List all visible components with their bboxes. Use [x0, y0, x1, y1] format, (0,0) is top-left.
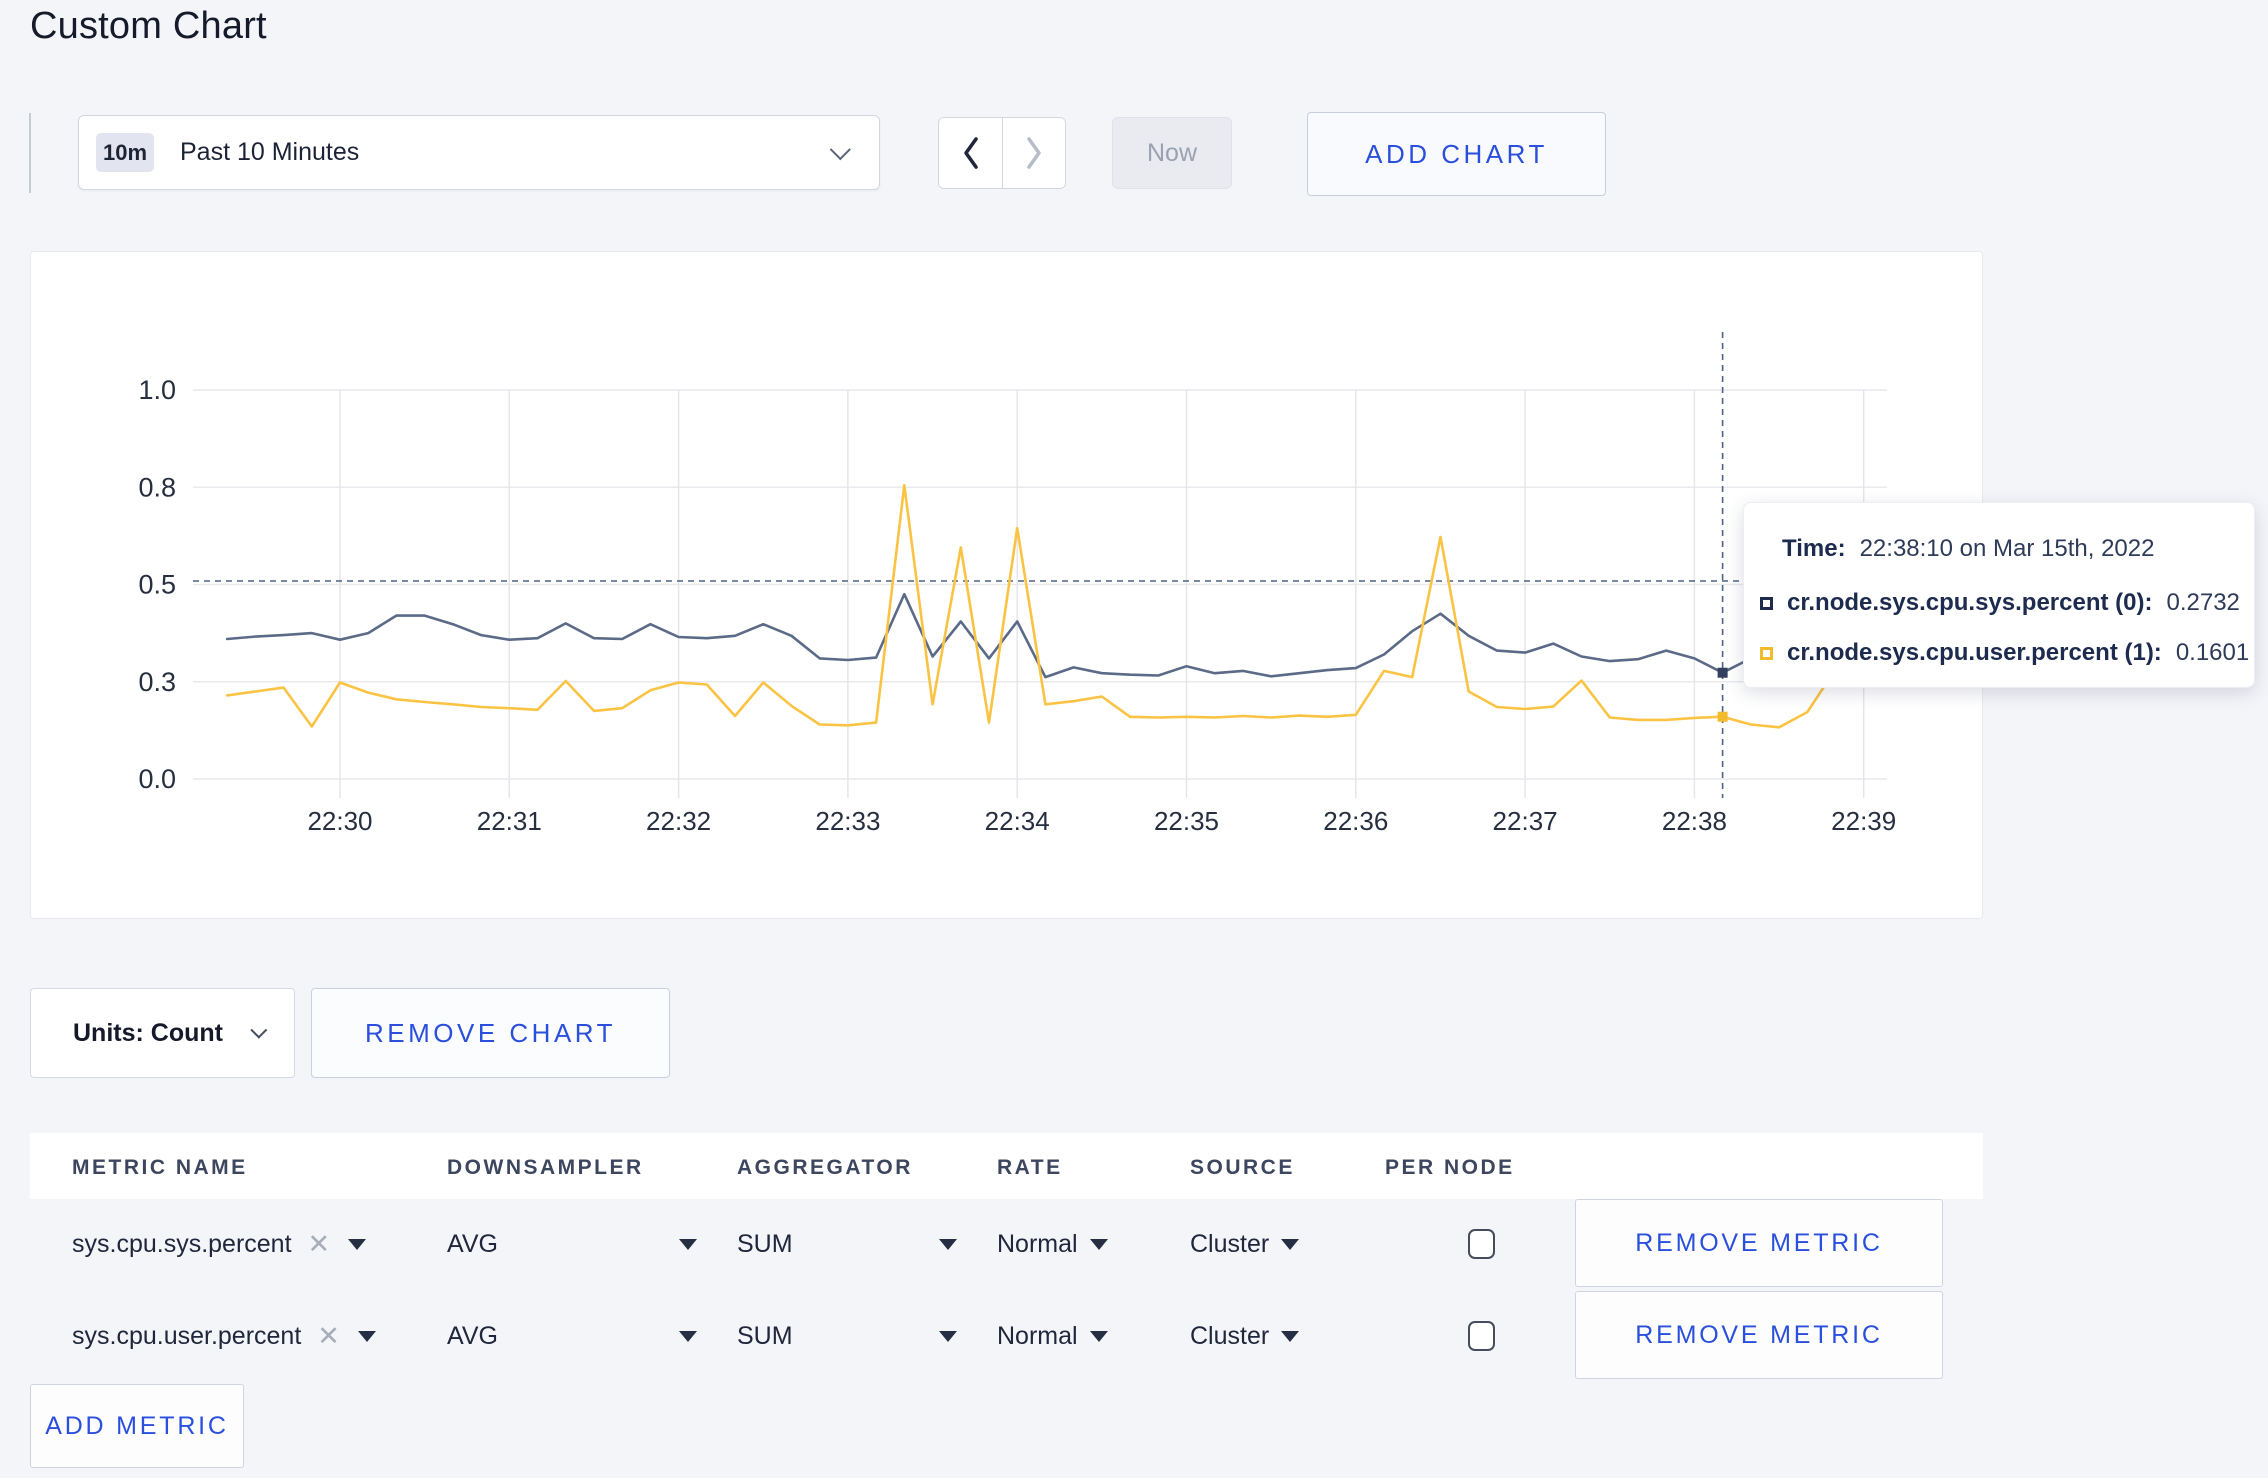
aggregator-value: SUM — [737, 1229, 793, 1258]
tooltip-series-value: 0.2732 — [2166, 589, 2240, 616]
series-swatch-icon — [1760, 646, 1773, 660]
clear-metric-icon[interactable]: ✕ — [308, 1230, 331, 1258]
caret-down-icon — [679, 1238, 697, 1250]
caret-down-icon — [1089, 1330, 1108, 1342]
rate-value: Normal — [997, 1229, 1078, 1258]
caret-down-icon — [348, 1238, 367, 1250]
tooltip-time-label: Time: — [1782, 535, 1846, 562]
chart-tooltip: Time: 22:38:10 on Mar 15th, 2022 cr.node… — [1743, 502, 2255, 688]
downsampler-select[interactable]: AVG — [447, 1198, 697, 1290]
now-button[interactable]: Now — [1112, 117, 1232, 189]
rate-value: Normal — [997, 1321, 1078, 1350]
tooltip-series-value: 0.1601 — [2175, 639, 2250, 666]
timeseries-chart[interactable]: 0.0 0.3 0.5 0.8 1.0 22:30 22:31 22:32 22:33 22:34… — [30, 251, 1983, 919]
chevron-left-icon — [963, 137, 978, 169]
caret-down-icon — [357, 1330, 376, 1342]
column-header-per-node: PER NODE — [1385, 1156, 1515, 1179]
downsampler-select[interactable]: AVG — [447, 1290, 697, 1382]
series-line-0 — [225, 592, 1894, 679]
source-select[interactable]: Cluster — [1190, 1198, 1300, 1290]
x-axis-label: 22:31 — [477, 806, 542, 836]
aggregator-value: SUM — [737, 1321, 793, 1350]
series-line-1 — [225, 484, 1894, 729]
chevron-right-icon — [1027, 137, 1041, 169]
aggregator-select[interactable]: SUM — [737, 1290, 957, 1382]
caret-down-icon — [939, 1330, 957, 1342]
time-range-select[interactable]: 10m Past 10 Minutes — [78, 115, 880, 190]
downsampler-value: AVG — [447, 1229, 498, 1258]
column-header-source: SOURCE — [1190, 1156, 1295, 1179]
caret-down-icon — [939, 1238, 957, 1250]
add-metric-button[interactable]: ADD METRIC — [30, 1384, 244, 1468]
x-axis-label: 22:39 — [1831, 806, 1896, 836]
metric-name-select[interactable]: sys.cpu.user.percent ✕ — [72, 1290, 376, 1382]
add-chart-button[interactable]: ADD CHART — [1307, 112, 1606, 196]
tooltip-time-row: Time: 22:38:10 on Mar 15th, 2022 — [1782, 535, 2154, 563]
aggregator-select[interactable]: SUM — [737, 1198, 957, 1290]
rate-select[interactable]: Normal — [997, 1198, 1108, 1290]
x-axis-label: 22:34 — [985, 806, 1050, 836]
source-value: Cluster — [1190, 1229, 1270, 1258]
source-select[interactable]: Cluster — [1190, 1290, 1300, 1382]
downsampler-value: AVG — [447, 1321, 498, 1350]
column-header-downsampler: DOWNSAMPLER — [447, 1156, 644, 1179]
metric-name-value: sys.cpu.sys.percent — [72, 1229, 292, 1258]
remove-chart-button[interactable]: REMOVE CHART — [311, 988, 670, 1078]
next-range-button[interactable] — [1002, 118, 1065, 188]
source-value: Cluster — [1190, 1321, 1270, 1350]
remove-metric-button[interactable]: REMOVE METRIC — [1575, 1199, 1943, 1287]
chevron-down-icon — [250, 1021, 268, 1039]
units-label: Units: Count — [73, 1018, 223, 1047]
page-title: Custom Chart — [30, 5, 267, 47]
units-select[interactable]: Units: Count — [30, 988, 295, 1078]
time-range-label: Past 10 Minutes — [180, 138, 360, 166]
caret-down-icon — [679, 1330, 697, 1342]
y-axis-label: 0.8 — [138, 472, 176, 502]
x-axis-label: 22:37 — [1493, 806, 1558, 836]
time-range-badge: 10m — [96, 133, 154, 172]
prev-range-button[interactable] — [939, 118, 1002, 188]
tooltip-time-value: 22:38:10 on Mar 15th, 2022 — [1859, 535, 2155, 562]
y-axis-label: 0.0 — [138, 764, 176, 794]
x-axis-label: 22:32 — [646, 806, 711, 836]
y-axis-label: 0.3 — [138, 667, 176, 697]
x-axis-label: 22:38 — [1662, 806, 1727, 836]
remove-metric-button[interactable]: REMOVE METRIC — [1575, 1291, 1943, 1379]
crosshair-dot-0 — [1717, 667, 1728, 678]
x-axis-label: 22:30 — [307, 806, 372, 836]
chart-canvas: 0.0 0.3 0.5 0.8 1.0 22:30 22:31 22:32 22:33 22:34… — [138, 332, 1896, 836]
per-node-checkbox[interactable] — [1468, 1229, 1495, 1259]
y-axis-label: 0.5 — [138, 570, 176, 600]
crosshair-dot-1 — [1717, 711, 1728, 722]
metrics-table-header: METRIC NAME DOWNSAMPLER AGGREGATOR RATE … — [30, 1133, 1983, 1199]
per-node-checkbox[interactable] — [1468, 1321, 1495, 1351]
x-axis-label: 22:36 — [1323, 806, 1388, 836]
column-header-metric-name: METRIC NAME — [72, 1156, 248, 1179]
tooltip-series-name: cr.node.sys.cpu.user.percent (1): — [1787, 639, 2162, 666]
chevron-down-icon — [829, 139, 851, 161]
tooltip-series-name: cr.node.sys.cpu.sys.percent (0): — [1787, 589, 2153, 616]
toolbar-divider — [29, 113, 31, 193]
column-header-rate: RATE — [997, 1156, 1063, 1179]
clear-metric-icon[interactable]: ✕ — [317, 1322, 340, 1350]
x-axis-label: 22:33 — [815, 806, 880, 836]
y-axis-label: 1.0 — [138, 375, 176, 405]
time-nav-group — [938, 117, 1066, 189]
caret-down-icon — [1281, 1330, 1300, 1342]
caret-down-icon — [1089, 1238, 1108, 1250]
rate-select[interactable]: Normal — [997, 1290, 1108, 1382]
metric-name-value: sys.cpu.user.percent — [72, 1321, 302, 1350]
tooltip-series-row: cr.node.sys.cpu.user.percent (1): 0.1601 — [1760, 639, 2249, 667]
series-swatch-icon — [1760, 596, 1773, 610]
x-axis-label: 22:35 — [1154, 806, 1219, 836]
metric-name-select[interactable]: sys.cpu.sys.percent ✕ — [72, 1198, 367, 1290]
column-header-aggregator: AGGREGATOR — [737, 1156, 913, 1179]
tooltip-series-row: cr.node.sys.cpu.sys.percent (0): 0.2732 — [1760, 589, 2240, 617]
caret-down-icon — [1281, 1238, 1300, 1250]
